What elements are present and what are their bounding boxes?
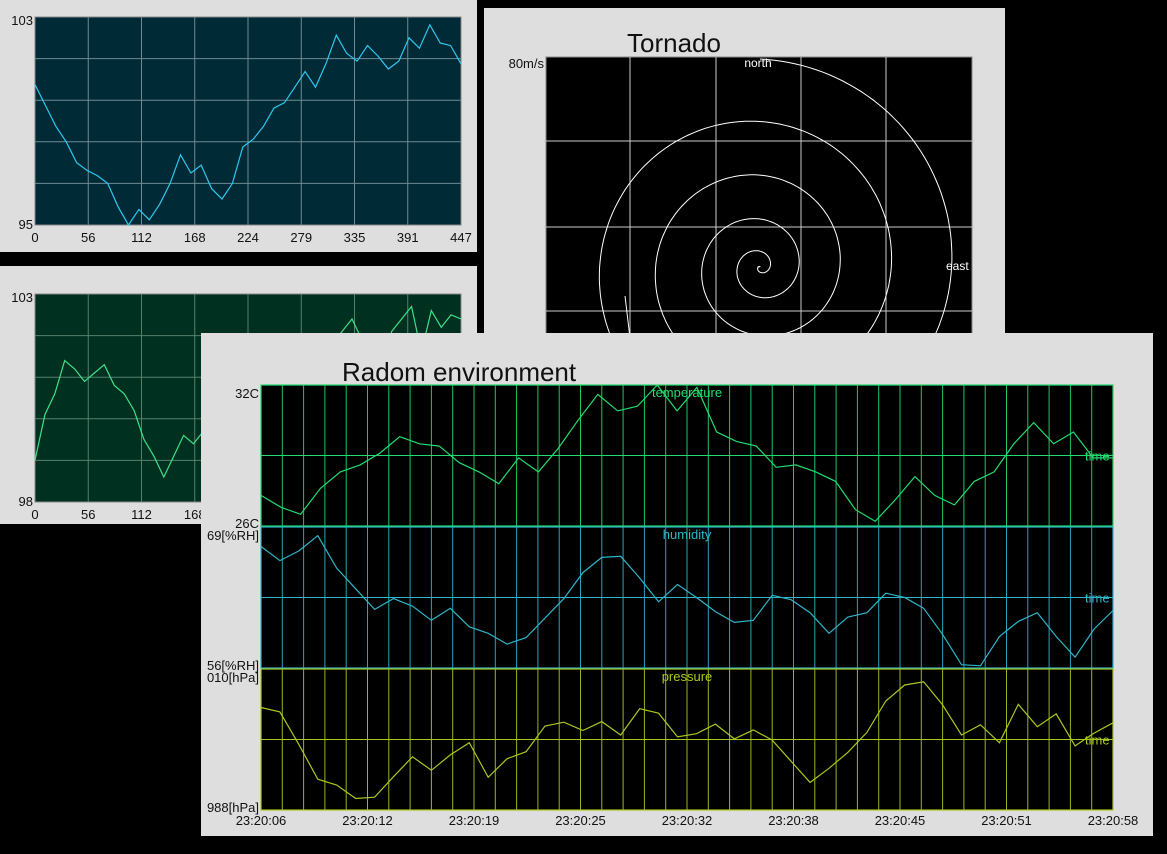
radom-window: Radom environment temperature time 32C 26C h… (201, 333, 1153, 836)
x-tick-label: 391 (397, 230, 419, 245)
x-tick-label: 0 (31, 507, 38, 522)
r-max-label: 80m/s (509, 56, 545, 71)
x-tick-label: 279 (290, 230, 312, 245)
y-tick-label: 103 (11, 290, 33, 305)
x-tick-label: 224 (237, 230, 259, 245)
radom-chart: temperaturetime32C26Chumiditytime69[%RH]… (207, 384, 1139, 828)
x-tick-label: 168 (184, 230, 206, 245)
temperature-time-label: time (1085, 449, 1110, 464)
humidity-y-max-label: 69[%RH] (207, 528, 259, 543)
x-tick-label: 23:20:12 (342, 813, 393, 828)
humidity-series-label: humidity (663, 527, 712, 542)
x-tick-label: 447 (450, 230, 472, 245)
x-tick-label: 56 (81, 507, 95, 522)
temperature-y-max-label: 32C (235, 386, 259, 401)
temperature-series-label: temperature (652, 385, 722, 400)
x-tick-label: 112 (131, 230, 152, 245)
x-tick-label: 23:20:19 (449, 813, 500, 828)
x-tick-label: 23:20:06 (236, 813, 287, 828)
x-tick-label: 23:20:45 (875, 813, 926, 828)
north-label: north (744, 56, 771, 70)
x-tick-label: 335 (344, 230, 366, 245)
pressure-y-max-label: 010[hPa] (207, 670, 259, 685)
tornado-window: Tornado 80m/s north east (484, 8, 1005, 338)
series-a-window: 103 95 0 56 112 168 224 279 335 391 447 (0, 0, 477, 252)
x-tick-label: 23:20:32 (662, 813, 713, 828)
x-tick-label: 0 (31, 230, 38, 245)
pressure-series-label: pressure (662, 669, 713, 684)
plot-area (545, 56, 973, 338)
x-tick-label: 23:20:51 (981, 813, 1032, 828)
pressure-time-label: time (1085, 733, 1110, 748)
x-tick-label: 23:20:38 (768, 813, 819, 828)
east-label: east (946, 259, 969, 273)
x-tick-label: 23:20:58 (1088, 813, 1139, 828)
x-tick-label: 23:20:25 (555, 813, 606, 828)
series-a-chart: 103950 56 112 168 224 279 335 391 447 (11, 13, 472, 245)
humidity-time-label: time (1085, 591, 1110, 606)
y-tick-label: 103 (11, 13, 33, 28)
tornado-chart: 80m/s north east (509, 56, 973, 338)
x-tick-label: 56 (81, 230, 95, 245)
x-tick-label: 112 (131, 507, 152, 522)
